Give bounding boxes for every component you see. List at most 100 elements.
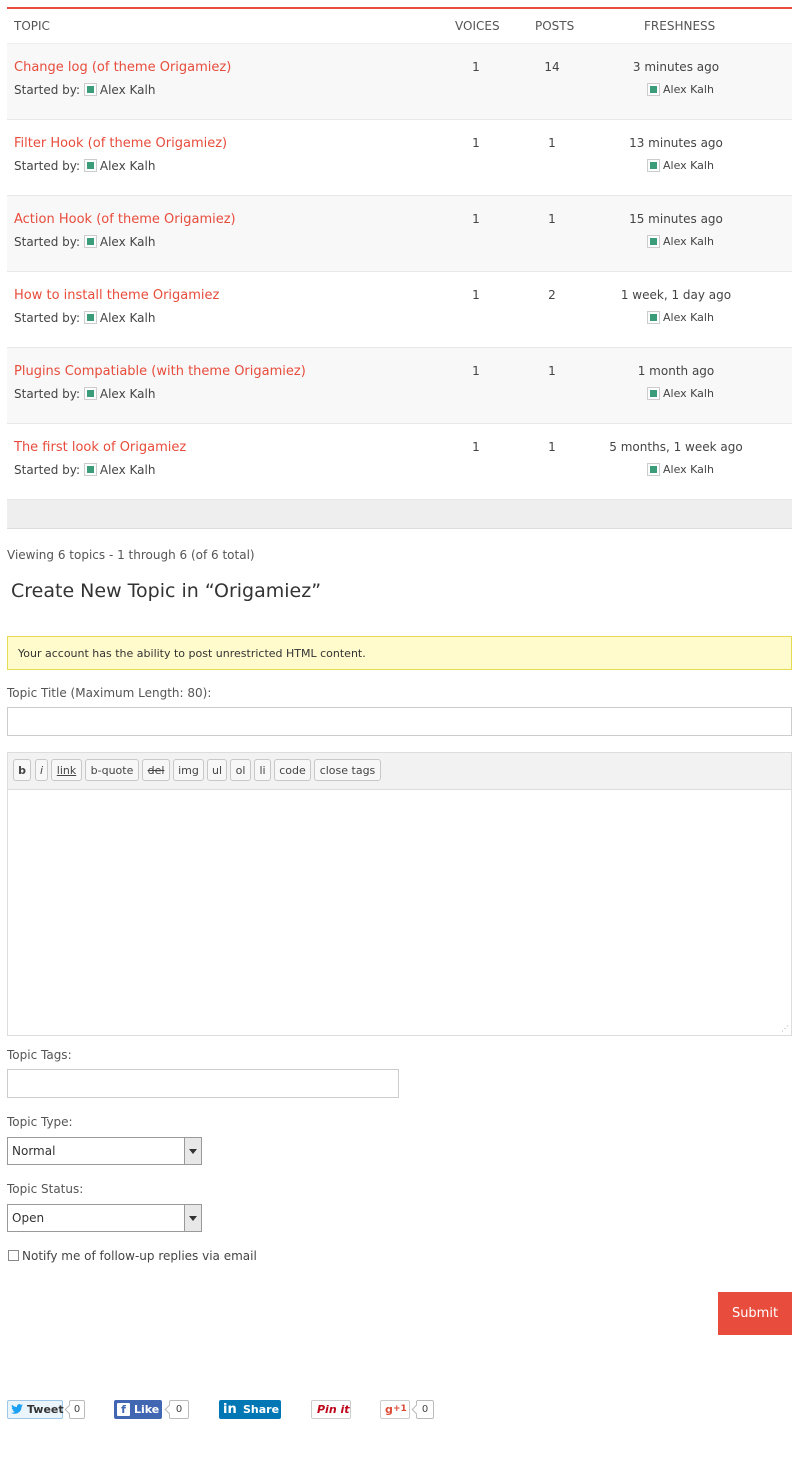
voices-count: 1	[472, 136, 480, 150]
topic-starter: Started by: Alex Kalh	[14, 311, 155, 325]
posts-count: 1	[548, 440, 556, 454]
topic-starter: Started by: Alex Kalh	[14, 83, 155, 97]
topic-type-value: Normal	[12, 1144, 56, 1158]
table-row: Plugins Compatiable (with theme Origamie…	[7, 348, 792, 424]
freshness-author: Alex Kalh	[647, 82, 714, 97]
freshness-author: Alex Kalh	[647, 158, 714, 173]
notify-checkbox[interactable]	[8, 1250, 19, 1261]
like-count: 0	[169, 1400, 189, 1419]
started-by-label: Started by:	[14, 463, 81, 477]
submit-button[interactable]: Submit	[718, 1292, 792, 1335]
bold-button[interactable]: b	[13, 759, 31, 781]
ol-button[interactable]: ol	[230, 759, 251, 781]
topic-status-value: Open	[12, 1211, 45, 1225]
topic-status-select[interactable]: Open	[7, 1204, 202, 1232]
editor-toolbar: b i link b-quote del img ul ol li code c…	[8, 753, 791, 790]
avatar-icon	[83, 387, 97, 400]
linkedin-icon: in	[223, 1402, 237, 1417]
author-link[interactable]: Alex Kalh	[663, 387, 714, 400]
google-plus-button[interactable]: g +1	[380, 1400, 410, 1419]
author-link[interactable]: Alex Kalh	[100, 463, 156, 477]
topic-link[interactable]: Action Hook (of theme Origamiez)	[14, 212, 236, 227]
avatar-icon	[83, 311, 97, 324]
author-link[interactable]: Alex Kalh	[663, 83, 714, 96]
facebook-like-button[interactable]: f Like	[114, 1400, 162, 1419]
pinterest-button[interactable]: Pin it	[311, 1400, 351, 1419]
freshness-link[interactable]: 1 week, 1 day ago	[596, 288, 756, 302]
topic-tags-input[interactable]	[7, 1069, 399, 1098]
code-button[interactable]: code	[274, 759, 311, 781]
topic-type-label: Topic Type:	[7, 1115, 73, 1129]
author-link[interactable]: Alex Kalh	[663, 159, 714, 172]
avatar-icon	[83, 463, 97, 476]
topic-link[interactable]: Filter Hook (of theme Origamiez)	[14, 136, 227, 151]
freshness-author: Alex Kalh	[647, 310, 714, 325]
link-button[interactable]: link	[51, 759, 82, 781]
author-link[interactable]: Alex Kalh	[663, 311, 714, 324]
freshness-author: Alex Kalh	[647, 386, 714, 401]
posts-count: 14	[544, 60, 560, 74]
author-link[interactable]: Alex Kalh	[100, 311, 156, 325]
posts-count: 1	[548, 136, 556, 150]
topic-link[interactable]: How to install theme Origamiez	[14, 288, 219, 303]
topic-link[interactable]: The first look of Origamiez	[14, 440, 186, 455]
voices-count: 1	[472, 212, 480, 226]
table-row: The first look of Origamiez Started by: …	[7, 424, 792, 500]
close-tags-button[interactable]: close tags	[314, 759, 381, 781]
voices-count: 1	[472, 288, 480, 302]
started-by-label: Started by:	[14, 311, 81, 325]
posts-count: 2	[548, 288, 556, 302]
avatar-icon	[647, 310, 660, 324]
blockquote-button[interactable]: b-quote	[85, 759, 139, 781]
author-link[interactable]: Alex Kalh	[100, 83, 156, 97]
topic-starter: Started by: Alex Kalh	[14, 463, 155, 477]
li-button[interactable]: li	[254, 759, 271, 781]
chevron-down-icon	[184, 1205, 201, 1231]
author-link[interactable]: Alex Kalh	[100, 235, 156, 249]
avatar-icon	[647, 82, 660, 96]
freshness-link[interactable]: 15 minutes ago	[596, 212, 756, 226]
gplus-icon: g	[385, 1403, 393, 1416]
img-button[interactable]: img	[173, 759, 204, 781]
author-link[interactable]: Alex Kalh	[100, 159, 156, 173]
topic-starter: Started by: Alex Kalh	[14, 235, 155, 249]
linkedin-share-button[interactable]: in Share	[219, 1400, 281, 1419]
voices-count: 1	[472, 440, 480, 454]
voices-count: 1	[472, 364, 480, 378]
del-button[interactable]: del	[142, 759, 170, 781]
topic-type-select[interactable]: Normal	[7, 1137, 202, 1165]
freshness-link[interactable]: 1 month ago	[596, 364, 756, 378]
gplus-count: 0	[416, 1400, 434, 1419]
table-row: Action Hook (of theme Origamiez) Started…	[7, 196, 792, 272]
tweet-button[interactable]: Tweet	[7, 1400, 64, 1419]
freshness-link[interactable]: 5 months, 1 week ago	[596, 440, 756, 454]
ul-button[interactable]: ul	[207, 759, 227, 781]
table-footer	[7, 500, 792, 529]
topic-title-input[interactable]	[7, 707, 792, 736]
header-freshness: FRESHNESS	[644, 19, 716, 33]
avatar-icon	[647, 386, 660, 400]
resize-grip-icon[interactable]: ⋰	[781, 1025, 789, 1033]
header-topic: TOPIC	[14, 19, 50, 33]
topic-tags-label: Topic Tags:	[7, 1048, 72, 1062]
topic-starter: Started by: Alex Kalh	[14, 387, 155, 401]
freshness-link[interactable]: 3 minutes ago	[596, 60, 756, 74]
notify-label: Notify me of follow-up replies via email	[22, 1249, 257, 1263]
freshness-link[interactable]: 13 minutes ago	[596, 136, 756, 150]
avatar-icon	[647, 158, 660, 172]
topic-starter: Started by: Alex Kalh	[14, 159, 155, 173]
avatar-icon	[83, 235, 97, 248]
started-by-label: Started by:	[14, 235, 81, 249]
topic-link[interactable]: Change log (of theme Origamiez)	[14, 60, 231, 75]
started-by-label: Started by:	[14, 159, 81, 173]
content-textarea[interactable]	[8, 790, 791, 1035]
gplus-label: +1	[393, 1404, 407, 1414]
chevron-down-icon	[184, 1138, 201, 1164]
form-title: Create New Topic in “Origamiez”	[11, 580, 322, 602]
notice-text: Your account has the ability to post unr…	[18, 647, 366, 660]
author-link[interactable]: Alex Kalh	[663, 235, 714, 248]
topic-link[interactable]: Plugins Compatiable (with theme Origamie…	[14, 364, 306, 379]
author-link[interactable]: Alex Kalh	[663, 463, 714, 476]
italic-button[interactable]: i	[35, 759, 48, 781]
author-link[interactable]: Alex Kalh	[100, 387, 156, 401]
